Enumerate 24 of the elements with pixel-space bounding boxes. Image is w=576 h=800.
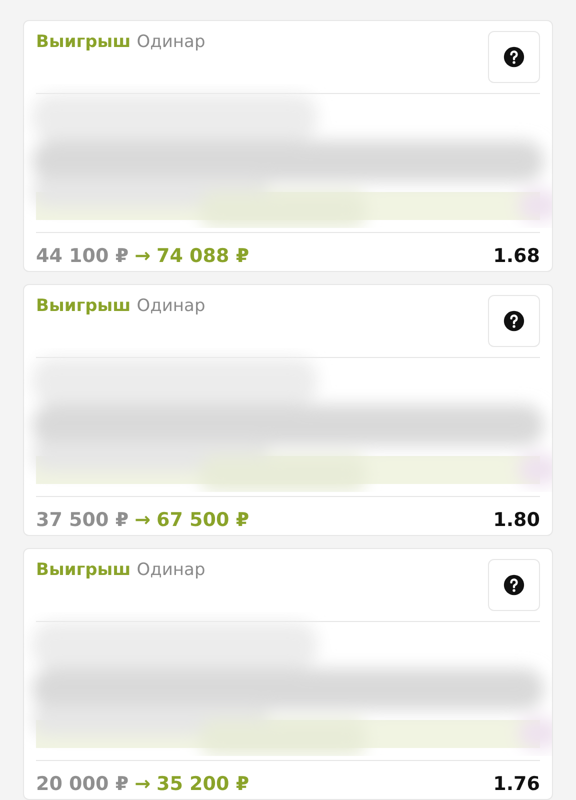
- bet-status: Выигрыш: [36, 295, 131, 317]
- payout-amount: 35 200 ₽: [156, 772, 250, 797]
- help-icon: [503, 310, 525, 332]
- arrow-sign: →: [134, 508, 150, 533]
- bet-type: Одинар: [136, 31, 206, 53]
- odds-value: 1.80: [493, 508, 540, 533]
- payout-amount: 74 088 ₽: [156, 244, 250, 269]
- payout-amount: 67 500 ₽: [156, 508, 250, 533]
- bet-status: Выигрыш: [36, 31, 131, 53]
- stake-amount: 20 000 ₽: [36, 772, 129, 797]
- arrow-sign: →: [134, 244, 150, 269]
- help-button[interactable]: [488, 295, 540, 347]
- help-icon: [503, 574, 525, 596]
- stake-amount: 37 500 ₽: [36, 508, 129, 533]
- help-button[interactable]: [488, 559, 540, 611]
- odds-value: 1.68: [493, 244, 540, 269]
- help-button[interactable]: [488, 31, 540, 83]
- bet-type: Одинар: [136, 295, 206, 317]
- help-icon: [503, 46, 525, 68]
- bet-status: Выигрыш: [36, 559, 131, 581]
- bet-type: Одинар: [136, 559, 206, 581]
- stake-amount: 44 100 ₽: [36, 244, 129, 269]
- arrow-sign: →: [134, 772, 150, 797]
- odds-value: 1.76: [493, 772, 540, 797]
